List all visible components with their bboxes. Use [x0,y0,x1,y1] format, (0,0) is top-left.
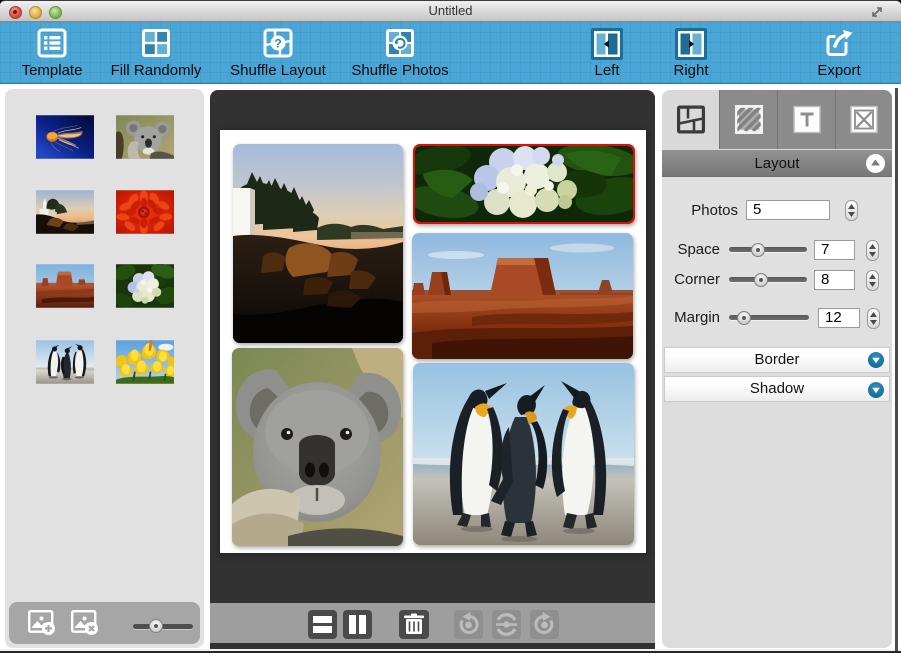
svg-text:?: ? [274,37,281,51]
